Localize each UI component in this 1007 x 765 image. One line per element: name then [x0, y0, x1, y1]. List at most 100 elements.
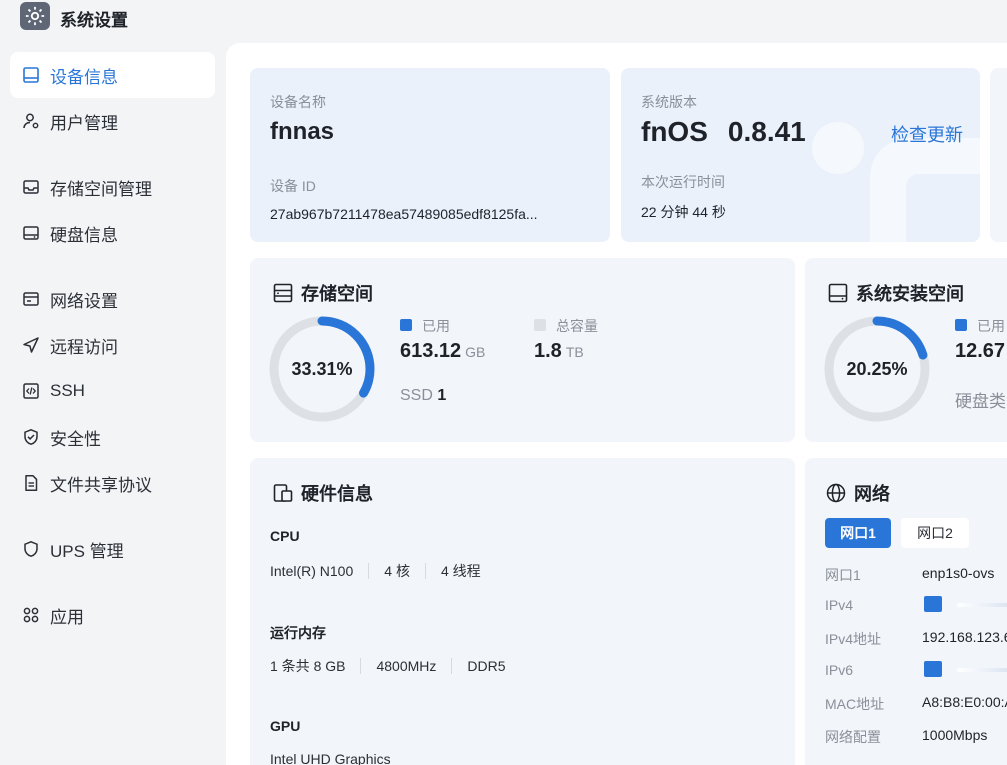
extra-info-card: [990, 68, 1007, 242]
sidebar-item-label: 网络设置: [50, 291, 118, 311]
main-panel: 设备名称 fnnas 设备 ID 27ab967b7211478ea574890…: [226, 43, 1007, 765]
divider: [360, 658, 362, 674]
storage-icon: [22, 178, 40, 196]
title-bar: 系统设置: [0, 0, 1007, 40]
cpu-model: Intel(R) N100: [270, 563, 354, 579]
network-title: 网络: [854, 484, 890, 504]
divider: [451, 658, 453, 674]
hardware-card-header: 硬件信息: [272, 480, 373, 506]
used-legend-label: 已用: [422, 318, 450, 334]
divider: [368, 563, 370, 579]
used-legend-swatch: [400, 319, 412, 331]
cpu-threads: 4 线程: [440, 563, 481, 579]
sidebar-item-label: 设备信息: [50, 67, 118, 87]
total-number: 1.8: [534, 340, 562, 362]
sidebar-item-ups[interactable]: UPS 管理: [10, 526, 215, 572]
sys-used-value: 12.67: [955, 340, 1006, 362]
sidebar-item-security[interactable]: 安全性: [10, 414, 215, 460]
system-version: fnOS 0.8.41: [641, 116, 806, 148]
network-card: 网络 网口1 网口2 网口1 enp1s0-ovs IPv4 IPv4地址 19…: [805, 458, 1007, 765]
ipv6-port-icon: [924, 661, 942, 677]
storage-used-value: 613.12 GB: [400, 340, 485, 363]
memory-info: 1 条共 8 GB 4800MHz DDR5: [270, 656, 506, 676]
ssd-count: SSD 1: [400, 387, 446, 405]
storage-percent: 33.31%: [291, 358, 353, 379]
uptime: 22 分钟 44 秒: [641, 204, 726, 220]
check-update-link[interactable]: 检查更新: [891, 121, 963, 147]
sidebar-item-label: 文件共享协议: [50, 475, 152, 495]
ipv6-status-bar: [957, 668, 1007, 672]
cpu-info: Intel(R) N100 4 核 4 线程: [270, 561, 481, 581]
gear-icon: [20, 2, 50, 30]
memory-frequency: 4800MHz: [376, 658, 437, 674]
total-unit: TB: [565, 344, 584, 360]
cpu-title: CPU: [270, 528, 300, 544]
device-card: 设备名称 fnnas 设备 ID 27ab967b7211478ea574890…: [250, 68, 610, 242]
system-storage-title: 系统安装空间: [856, 284, 964, 304]
ipv4-port-icon: [924, 596, 942, 612]
used-number: 613.12: [400, 340, 462, 362]
sidebar-item-label: 用户管理: [50, 113, 118, 133]
user-gear-icon: [22, 112, 40, 130]
total-legend-label: 总容量: [556, 318, 598, 334]
net-key-config: 网络配置: [825, 729, 881, 745]
system-version-label: 系统版本: [641, 94, 697, 110]
sidebar-item-label: UPS 管理: [50, 541, 124, 561]
devices-icon: [272, 482, 294, 504]
sidebar-item-apps[interactable]: 应用: [10, 592, 215, 638]
hardware-title: 硬件信息: [301, 484, 373, 504]
hardware-card: 硬件信息 CPU Intel(R) N100 4 核 4 线程 运行内存 1 条…: [250, 458, 795, 765]
sidebar-item-remote[interactable]: 远程访问: [10, 322, 215, 368]
storage-card-header: 存储空间: [272, 280, 373, 306]
file-icon: [22, 474, 40, 492]
sidebar-item-label: 安全性: [50, 429, 101, 449]
memory-type: DDR5: [467, 658, 506, 674]
divider: [424, 563, 426, 579]
tab-port-2[interactable]: 网口2: [901, 518, 969, 548]
sidebar-item-network[interactable]: 网络设置: [10, 276, 215, 322]
sidebar-item-label: 硬盘信息: [50, 225, 118, 245]
shield-check-icon: [22, 428, 40, 446]
tab-port-1[interactable]: 网口1: [825, 518, 891, 548]
sidebar-item-label: 远程访问: [50, 337, 118, 357]
os-name: fnOS: [641, 116, 708, 147]
network-icon: [22, 290, 40, 308]
sidebar-item-file-sharing[interactable]: 文件共享协议: [10, 460, 215, 506]
used-unit: GB: [465, 344, 486, 360]
send-icon: [22, 336, 40, 354]
sidebar-item-ssh[interactable]: SSH: [10, 368, 215, 414]
uptime-label: 本次运行时间: [641, 174, 725, 190]
sidebar-item-users[interactable]: 用户管理: [10, 98, 215, 144]
sidebar-item-storage[interactable]: 存储空间管理: [10, 164, 215, 210]
storage-title: 存储空间: [301, 284, 373, 304]
apps-icon: [22, 606, 40, 624]
shield-icon: [22, 540, 40, 558]
sys-used-legend-label: 已用: [977, 318, 1005, 334]
net-key-ipv4-address: IPv4地址: [825, 631, 882, 647]
total-legend-swatch: [534, 319, 546, 331]
storage-card: 存储空间 33.31% 已用 613.12 GB 总容量 1.8 TB SSD 1: [250, 258, 795, 442]
storage-total-value: 1.8 TB: [534, 340, 584, 363]
net-key-ipv6: IPv6: [825, 662, 854, 678]
network-card-header: 网络: [825, 480, 890, 506]
system-version-card: 系统版本 fnOS 0.8.41 检查更新 本次运行时间 22 分钟 44 秒: [621, 68, 980, 242]
sidebar-item-device-info[interactable]: 设备信息: [10, 52, 215, 98]
sidebar-item-disks[interactable]: 硬盘信息: [10, 210, 215, 256]
sidebar-item-label: 应用: [50, 607, 84, 627]
memory-title: 运行内存: [270, 625, 326, 641]
ipv4-status-bar: [957, 603, 1007, 607]
cpu-cores: 4 核: [384, 563, 410, 579]
gpu-model: Intel UHD Graphics: [270, 751, 391, 765]
system-storage-card-header: 系统安装空间: [827, 280, 964, 306]
gpu-title: GPU: [270, 718, 301, 734]
sidebar-item-label: SSH: [50, 381, 85, 400]
net-key-ipv4: IPv4: [825, 597, 854, 613]
code-icon: [22, 382, 40, 400]
os-version: 0.8.41: [727, 116, 806, 147]
device-icon: [22, 66, 40, 84]
device-id: 27ab967b7211478ea57489085edf8125fa...: [270, 206, 538, 222]
disk-type-label: 硬盘类: [955, 392, 1006, 411]
device-name-label: 设备名称: [270, 94, 326, 110]
memory-size: 1 条共 8 GB: [270, 658, 346, 674]
net-key-mac: MAC地址: [825, 696, 885, 712]
